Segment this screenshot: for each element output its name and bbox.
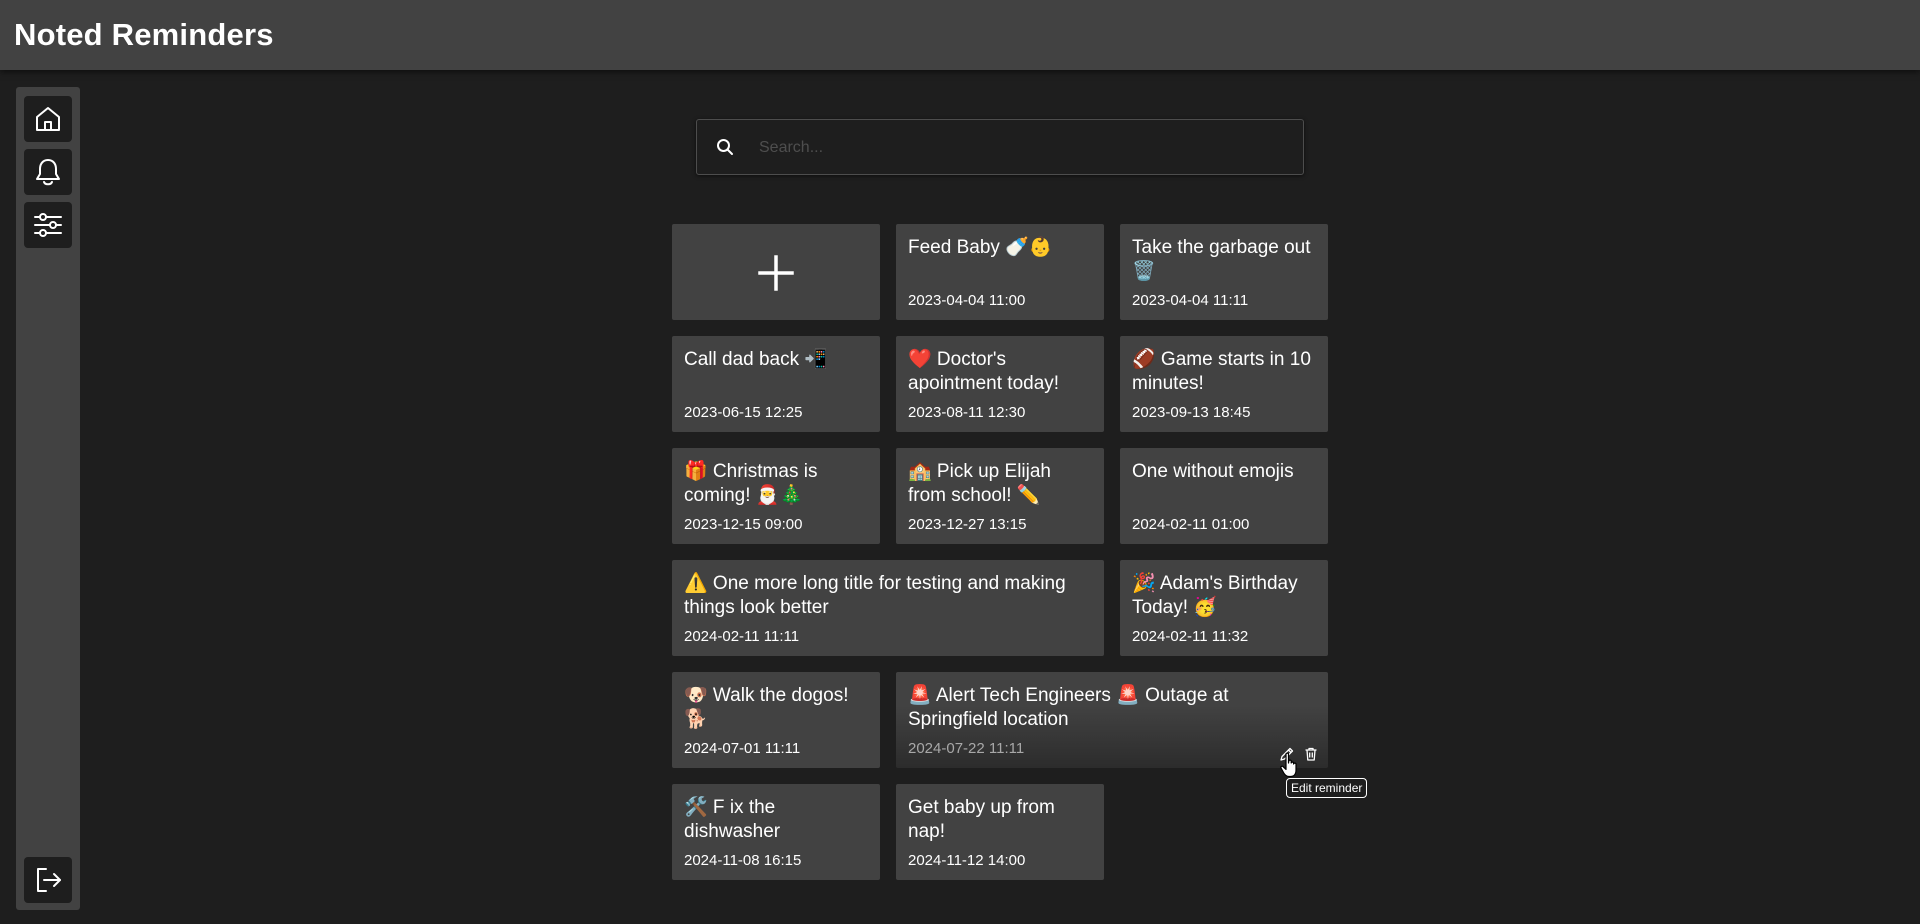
reminder-datetime: 2023-12-15 09:00 [684, 516, 803, 533]
app-title: Noted Reminders [14, 17, 274, 52]
search-icon [717, 139, 733, 155]
reminder-title: 🐶 Walk the dogos! 🐕 [684, 685, 849, 730]
reminder-datetime: 2024-07-01 11:11 [684, 740, 801, 757]
reminder-title: 🚨 Alert Tech Engineers 🚨 Outage at Sprin… [908, 685, 1229, 730]
reminder-datetime: 2023-04-04 11:00 [908, 292, 1026, 309]
reminder-datetime: 2023-08-11 12:30 [908, 404, 1026, 421]
reminder-card[interactable]: 🐶 Walk the dogos! 🐕 2024-07-01 11:11 [672, 672, 880, 768]
reminder-title: ❤️ Doctor's apointment today! [908, 349, 1060, 394]
reminder-datetime: 2023-06-15 12:25 [684, 404, 803, 421]
reminder-card[interactable]: 🎁 Christmas is coming! 🎅🎄 2023-12-15 09:… [672, 448, 880, 544]
sidebar-item-settings[interactable] [24, 202, 72, 248]
reminder-title: 🎁 Christmas is coming! 🎅🎄 [684, 461, 818, 506]
reminder-datetime: 2023-04-04 11:11 [1132, 292, 1249, 309]
reminder-datetime: 2024-11-12 14:00 [908, 852, 1026, 869]
delete-reminder-button[interactable] [1302, 745, 1320, 763]
logout-button[interactable] [24, 857, 72, 903]
trash-icon [1305, 747, 1317, 761]
reminder-card[interactable]: Take the garbage out 🗑️ 2023-04-04 11:11 [1120, 224, 1328, 320]
reminder-grid: Feed Baby 🍼👶 2023-04-04 11:00 Take the g… [672, 224, 1328, 880]
reminder-datetime: 2023-09-13 18:45 [1132, 404, 1251, 421]
reminder-title: Feed Baby 🍼👶 [908, 237, 1053, 258]
reminder-title: Take the garbage out 🗑️ [1132, 237, 1311, 282]
reminder-card[interactable]: 🏈 Game starts in 10 minutes! 2023-09-13 … [1120, 336, 1328, 432]
home-icon [36, 107, 60, 131]
reminder-title: 🛠️ F ix the dishwasher [684, 797, 781, 842]
sliders-icon [34, 213, 62, 237]
reminder-card[interactable]: 🚨 Alert Tech Engineers 🚨 Outage at Sprin… [896, 672, 1328, 768]
reminder-title: ⚠️ One more long title for testing and m… [684, 573, 1066, 618]
plus-icon [758, 255, 794, 291]
reminder-title: 🎉 Adam's Birthday Today! 🥳 [1132, 573, 1298, 618]
sidebar-item-home[interactable] [24, 96, 72, 142]
search-bar [696, 119, 1304, 175]
hand-cursor-icon [1280, 752, 1297, 778]
tooltip: Edit reminder [1286, 778, 1368, 798]
reminder-title: Get baby up from nap! [908, 797, 1055, 842]
reminder-card[interactable]: Feed Baby 🍼👶 2023-04-04 11:00 [896, 224, 1104, 320]
reminder-title: 🏫 Pick up Elijah from school! ✏️ [908, 461, 1051, 506]
reminder-card[interactable]: Call dad back 📲 2023-06-15 12:25 [672, 336, 880, 432]
reminder-datetime: 2024-02-11 11:32 [1132, 628, 1249, 645]
add-reminder-button[interactable] [672, 224, 880, 320]
reminder-card[interactable]: 🎉 Adam's Birthday Today! 🥳 2024-02-11 11… [1120, 560, 1328, 656]
reminder-card[interactable]: 🛠️ F ix the dishwasher 2024-11-08 16:15 [672, 784, 880, 880]
search-input[interactable] [759, 130, 1279, 166]
reminder-datetime: 2024-11-08 16:15 [684, 852, 802, 869]
reminder-datetime: 2024-02-11 11:11 [684, 628, 800, 645]
reminder-card[interactable]: ⚠️ One more long title for testing and m… [672, 560, 1104, 656]
reminder-card[interactable]: ❤️ Doctor's apointment today! 2023-08-11… [896, 336, 1104, 432]
reminder-title: One without emojis [1132, 461, 1294, 482]
reminder-card[interactable]: 🏫 Pick up Elijah from school! ✏️ 2023-12… [896, 448, 1104, 544]
sidebar [16, 87, 80, 910]
app-header: Noted Reminders [0, 0, 1920, 70]
reminder-title: 🏈 Game starts in 10 minutes! [1132, 349, 1311, 394]
sidebar-item-reminders[interactable] [24, 149, 72, 195]
bell-icon [36, 159, 60, 186]
reminder-datetime: 2024-07-22 11:11 [908, 740, 1025, 757]
reminder-datetime: 2023-12-27 13:15 [908, 516, 1027, 533]
reminder-card[interactable]: One without emojis 2024-02-11 01:00 [1120, 448, 1328, 544]
logout-icon [37, 868, 61, 892]
reminder-datetime: 2024-02-11 01:00 [1132, 516, 1250, 533]
reminder-card[interactable]: Get baby up from nap! 2024-11-12 14:00 [896, 784, 1104, 880]
reminder-title: Call dad back 📲 [684, 349, 829, 370]
